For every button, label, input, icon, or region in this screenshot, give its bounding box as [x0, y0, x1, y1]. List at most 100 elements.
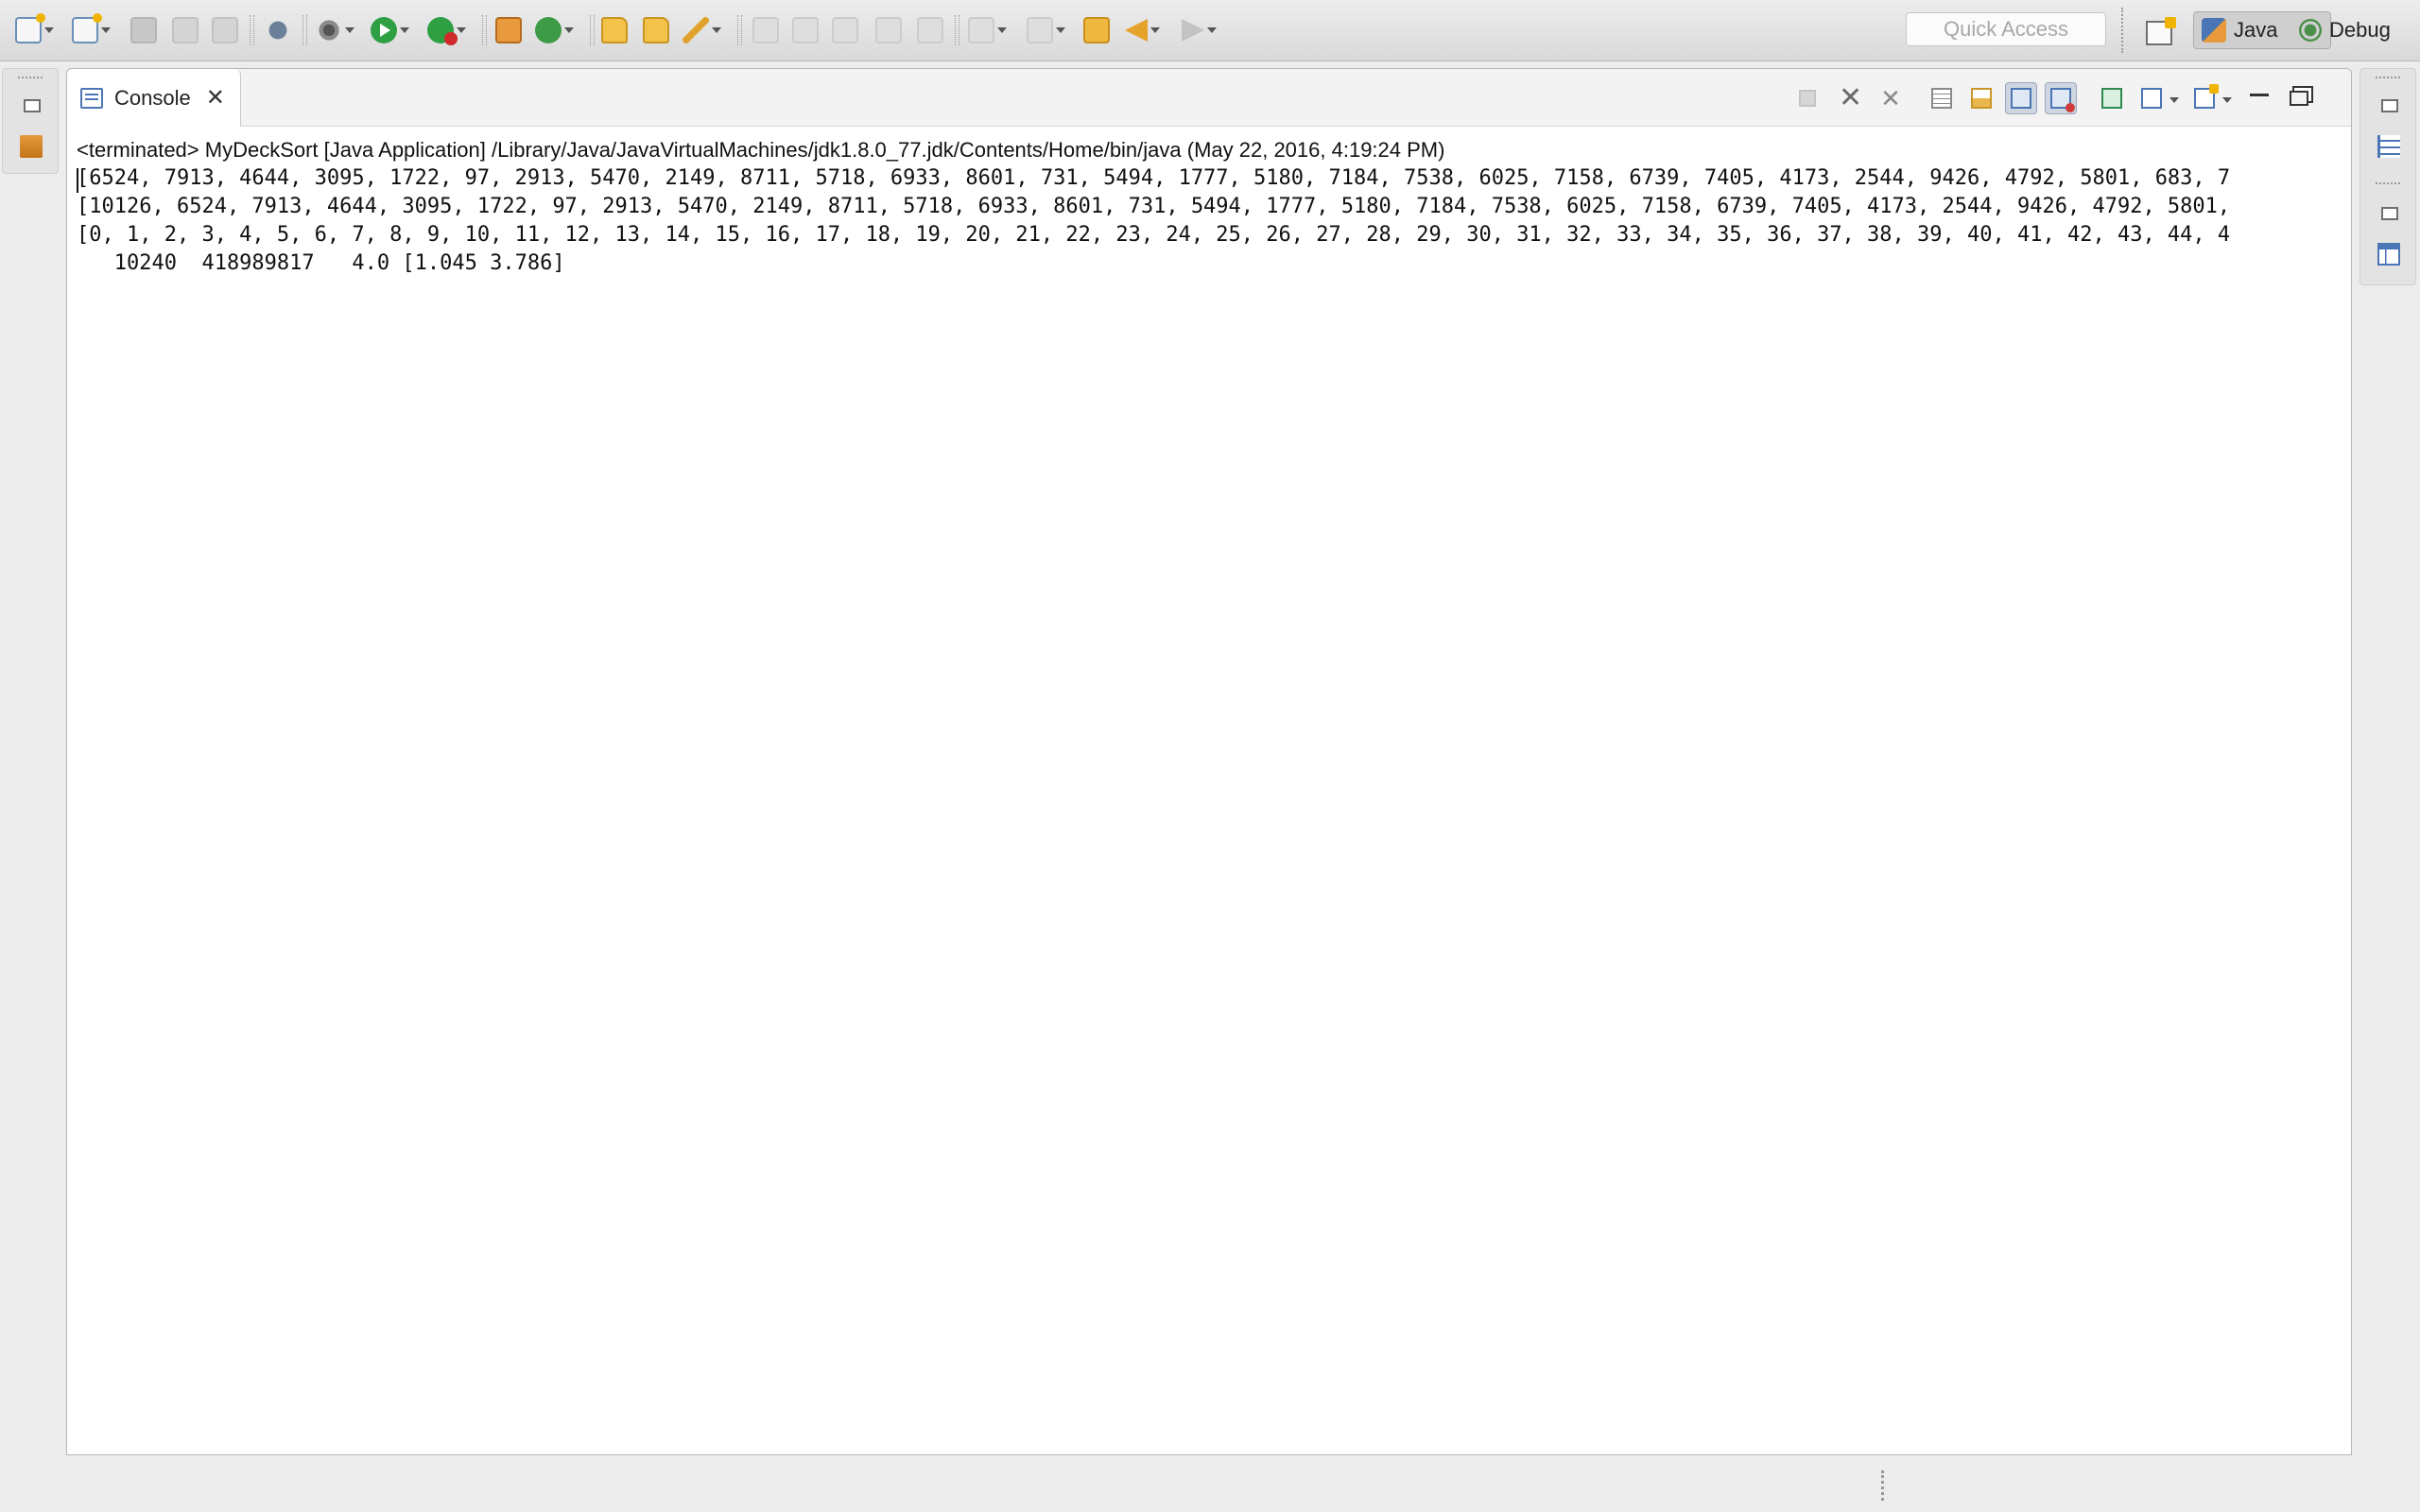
remove-launch-button[interactable]: ✕ — [1833, 82, 1865, 114]
run-icon — [371, 17, 397, 43]
trim-grip[interactable] — [2376, 77, 2400, 81]
java-perspective-label: Java — [2234, 18, 2278, 42]
chevron-down-icon — [400, 27, 409, 33]
console-status: <terminated> MyDeckSort [Java Applicatio… — [77, 138, 1445, 162]
open-perspective-button[interactable] — [2146, 17, 2176, 45]
chevron-down-icon — [345, 27, 354, 33]
last-edit-icon — [1083, 17, 1110, 43]
toggle-mark-button[interactable] — [792, 13, 819, 47]
open-console-button[interactable] — [2188, 82, 2221, 114]
show-on-stderr-button[interactable] — [2045, 82, 2077, 114]
package-explorer-icon[interactable] — [20, 135, 43, 158]
show-on-stdout-button[interactable] — [2005, 82, 2037, 114]
coverage-icon — [427, 17, 458, 45]
toolbar-separator — [955, 15, 959, 45]
status-bar-grip[interactable] — [1881, 1470, 1887, 1501]
new-project-icon — [72, 13, 102, 43]
quick-access-input[interactable]: Quick Access — [1906, 12, 2106, 46]
open-task-button[interactable] — [643, 13, 669, 47]
chevron-down-icon — [44, 27, 54, 33]
trim-grip[interactable] — [18, 77, 43, 81]
toggle-ant-button[interactable] — [752, 13, 779, 47]
new-project-button[interactable] — [72, 13, 111, 47]
remove-all-terminated-button[interactable]: ✕ — [1875, 82, 1907, 114]
toolbar-grip[interactable] — [2121, 8, 2127, 53]
new-package-button[interactable] — [495, 13, 522, 47]
run-coverage-button[interactable] — [427, 13, 466, 47]
class-icon — [535, 17, 562, 43]
terminate-button[interactable] — [1791, 82, 1824, 114]
pin-icon — [2101, 88, 2122, 109]
task-list-icon[interactable] — [2377, 243, 2400, 266]
debug-button[interactable] — [316, 13, 354, 47]
forward-arrow-icon — [1182, 19, 1204, 42]
console-icon — [80, 87, 103, 109]
right-trim-stack — [2360, 68, 2416, 285]
show-stdout-icon — [2011, 88, 2031, 109]
scroll-lock-icon — [1971, 88, 1992, 109]
left-trim-stack — [2, 68, 59, 174]
whitespace-icon — [875, 17, 902, 43]
minimize-button[interactable] — [2243, 82, 2275, 114]
pin-console-button[interactable] — [2096, 82, 2128, 114]
console-line: [6524, 7913, 4644, 3095, 1722, 97, 2913,… — [77, 166, 2231, 190]
save-button[interactable] — [130, 13, 157, 47]
chevron-down-icon — [101, 27, 111, 33]
console-output-area[interactable]: <terminated> MyDeckSort [Java Applicatio… — [67, 127, 2351, 1454]
tab-console[interactable]: Console ✕ — [67, 69, 241, 127]
back-arrow-icon — [1125, 19, 1148, 42]
trim-grip[interactable] — [2376, 182, 2400, 187]
search-button[interactable] — [683, 13, 721, 47]
toggle-block-button[interactable] — [832, 13, 858, 47]
clear-console-button[interactable] — [1926, 82, 1958, 114]
block-icon — [832, 17, 858, 43]
new-class-button[interactable] — [535, 13, 574, 47]
save-all-button[interactable] — [172, 13, 199, 47]
mark-icon — [792, 17, 819, 43]
run-button[interactable] — [371, 13, 409, 47]
skip-breakpoints-icon — [265, 17, 291, 43]
prev-annotation-icon — [1027, 17, 1053, 43]
console-line: 10240 418989817 4.0 [1.045 3.786] — [77, 251, 565, 275]
next-annotation-icon — [968, 17, 994, 43]
print-button[interactable] — [212, 13, 238, 47]
chevron-down-icon — [564, 27, 574, 33]
show-whitespace-button[interactable] — [875, 13, 902, 47]
restore-icon[interactable] — [2381, 207, 2398, 220]
forward-button[interactable] — [1182, 13, 1217, 47]
chevron-down-icon[interactable] — [2222, 97, 2232, 103]
restore-icon[interactable] — [24, 99, 41, 112]
remove-icon: ✕ — [1839, 82, 1863, 113]
save-icon — [130, 17, 157, 43]
new-wizard-button[interactable] — [15, 13, 54, 47]
console-view: Console ✕ ✕ ✕ <terminated> MyDeckSort [J… — [66, 68, 2352, 1455]
prev-annotation-button[interactable] — [1027, 13, 1065, 47]
open-type-button[interactable] — [601, 13, 628, 47]
debug-perspective-button[interactable]: Debug — [2291, 11, 2420, 49]
next-annotation-button[interactable] — [968, 13, 1007, 47]
tab-console-label: Console — [114, 85, 191, 110]
chevron-down-icon[interactable] — [2169, 97, 2179, 103]
close-icon[interactable]: ✕ — [206, 84, 225, 112]
chevron-down-icon — [1056, 27, 1065, 33]
scroll-lock-button[interactable] — [1965, 82, 1997, 114]
chevron-down-icon — [1150, 27, 1160, 33]
back-button[interactable] — [1125, 13, 1160, 47]
skip-breakpoints-button[interactable] — [265, 13, 291, 47]
search-icon — [683, 17, 709, 43]
clear-console-icon — [1931, 88, 1952, 109]
outline-icon[interactable] — [2377, 135, 2400, 158]
debug-perspective-label: Debug — [2329, 18, 2391, 42]
maximize-button[interactable] — [2283, 82, 2315, 114]
console-line: [10126, 6524, 7913, 4644, 3095, 1722, 97… — [77, 195, 2231, 218]
restore-icon[interactable] — [2381, 99, 2398, 112]
display-console-button[interactable] — [2135, 82, 2168, 114]
paragraph-button[interactable] — [917, 13, 943, 47]
stop-icon — [1799, 90, 1816, 107]
last-edit-button[interactable] — [1083, 13, 1110, 47]
display-console-icon — [2141, 88, 2162, 109]
toolbar-separator — [737, 15, 742, 45]
plus-icon — [2165, 17, 2176, 28]
main-toolbar: Quick Access Java Debug — [0, 0, 2420, 61]
toolbar-separator — [250, 15, 254, 45]
